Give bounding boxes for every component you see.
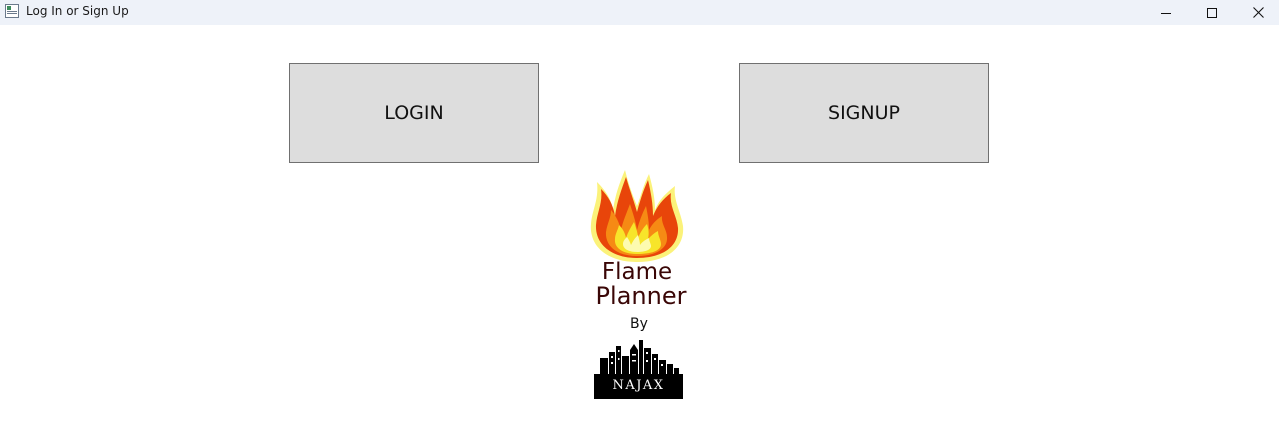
maximize-button[interactable] [1189,0,1235,25]
window-title: Log In or Sign Up [26,4,129,18]
by-label: By [630,316,648,332]
app-icon [5,4,19,18]
signup-button[interactable]: SIGNUP [739,63,989,163]
maximize-icon [1207,7,1217,18]
title-bar[interactable]: Log In or Sign Up [0,0,1279,25]
close-button[interactable] [1235,0,1279,25]
logo-name-line2: Planner [595,282,687,310]
flame-logo-icon [590,170,684,262]
company-logo-text: NAJAX [612,378,665,393]
minimize-button[interactable] [1143,0,1189,25]
close-icon [1252,7,1264,18]
minimize-icon [1161,12,1171,14]
app-window: Log In or Sign Up LOGIN SIGNUP Flame Pla… [0,0,1279,439]
login-button[interactable]: LOGIN [289,63,539,163]
